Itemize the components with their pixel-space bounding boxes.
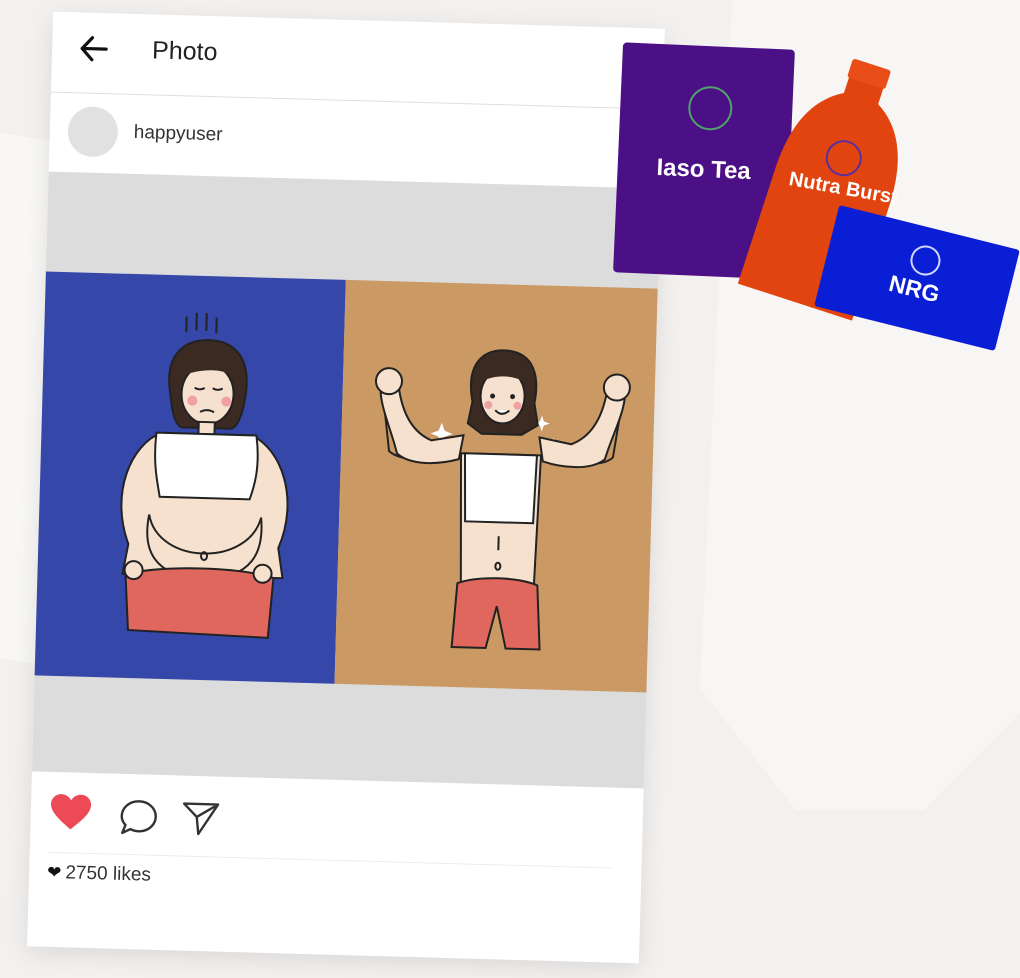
circle-icon <box>687 85 734 132</box>
top-bar: Photo <box>51 12 665 101</box>
comment-icon[interactable] <box>118 798 159 837</box>
likes-text: 2750 likes <box>65 862 152 886</box>
post-author-row[interactable]: happyuser <box>49 100 662 177</box>
before-illustration <box>34 271 346 684</box>
send-icon[interactable] <box>180 800 221 839</box>
username[interactable]: happyuser <box>134 122 223 146</box>
post-image[interactable] <box>31 171 661 789</box>
avatar[interactable] <box>67 106 119 158</box>
post-actions <box>30 783 643 860</box>
circle-icon <box>907 242 944 279</box>
page-title: Photo <box>151 36 218 67</box>
after-illustration <box>334 279 658 693</box>
heart-icon: ❤ <box>46 862 62 883</box>
likes-count[interactable]: ❤ 2750 likes <box>47 862 151 887</box>
heart-icon[interactable] <box>48 792 93 833</box>
back-arrow-icon[interactable] <box>74 28 115 69</box>
photo-post-screen: Photo happyuser ❤ 2750 likes <box>27 11 665 964</box>
